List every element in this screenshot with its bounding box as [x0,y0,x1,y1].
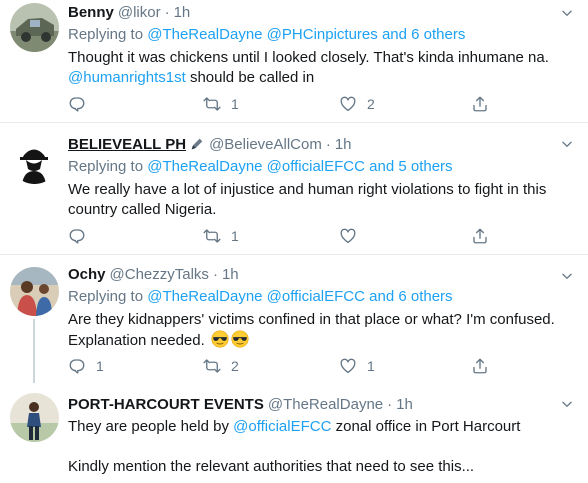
tweet-header: Benny @likor · 1h [68,2,580,22]
retweet-count: 1 [231,96,239,112]
avatar-believeall[interactable] [10,135,59,184]
tweet-header: Ochy @ChezzyTalks · 1h [68,264,580,284]
replying-to-others[interactable]: and 5 others [369,158,452,175]
timestamp[interactable]: 1h [174,4,191,21]
tweet-text-line: They are people held by @officialEFCC zo… [68,417,580,437]
display-name[interactable]: Benny [68,4,114,21]
share-button[interactable] [471,226,489,246]
avatar-image [10,135,59,184]
display-name[interactable]: BELIEVEALL PH [68,136,186,153]
reply-icon [68,227,86,245]
display-name[interactable]: PORT-HARCOURT EVENTS [68,396,264,413]
replying-to: Replying to @TheRealDayne @PHCinpictures… [68,25,580,45]
reply-icon [68,95,86,113]
avatar-image [10,3,59,52]
reply-count: 1 [96,358,104,374]
tweet-text-fragment: Explanation needed. [68,332,205,349]
like-button[interactable]: 1 [339,356,375,376]
reply-button[interactable] [68,94,86,114]
mention-link[interactable]: @officialEFCC [233,418,331,435]
retweet-button[interactable]: 1 [203,94,239,114]
share-icon [471,95,489,113]
tweet-text-fragment: They are people held by [68,418,234,435]
tweet-actions: 1 2 1 [68,356,528,376]
retweet-button[interactable]: 1 [203,226,239,246]
user-handle[interactable]: @ChezzyTalks [110,266,209,283]
avatar-image [10,393,59,442]
reply-button[interactable]: 1 [68,356,104,376]
tweet-text-line: Are they kidnappers' victims confined in… [68,311,555,328]
share-icon [471,227,489,245]
replying-to-users[interactable]: @TheRealDayne @officialEFCC [147,288,365,305]
retweet-icon [203,357,221,375]
tweet-header: BELIEVEALL PH @BelieveAllCom · 1h [68,134,580,154]
tweet-ochy[interactable]: Ochy @ChezzyTalks · 1h Replying to @TheR… [0,255,588,383]
thread-connector [33,319,35,383]
tweet-port-harcourt-events[interactable]: PORT-HARCOURT EVENTS @TheRealDayne · 1h … [0,383,588,483]
replying-to-label: Replying to [68,288,144,305]
pen-icon [191,138,203,150]
like-count: 2 [367,96,375,112]
share-icon [471,357,489,375]
separator-dot: · [325,135,331,153]
retweet-icon [203,227,221,245]
user-handle[interactable]: @likor [118,4,161,21]
tweet-header: PORT-HARCOURT EVENTS @TheRealDayne · 1h [68,394,580,414]
heart-icon [339,95,357,113]
tweet-actions: 1 [68,226,528,246]
replying-to: Replying to @TheRealDayne @officialEFCC … [68,157,580,177]
share-button[interactable] [471,356,489,376]
heart-icon [339,357,357,375]
tweet-text-line: Thought it was chickens until I looked c… [68,49,549,66]
user-handle[interactable]: @TheRealDayne [268,396,383,413]
replying-to-others[interactable]: and 6 others [382,26,465,43]
replying-to-others[interactable]: and 6 others [369,288,452,305]
user-handle[interactable]: @BelieveAllCom [209,136,322,153]
sunglasses-emoji [211,330,229,348]
share-button[interactable] [471,94,489,114]
tweet-believeall[interactable]: BELIEVEALL PH @BelieveAllCom · 1h Replyi… [0,123,588,254]
tweet-text-line: country called Nigeria. [68,201,217,218]
avatar-benny[interactable] [10,3,59,52]
mention-link[interactable]: @humanrights1st [68,69,186,86]
like-count: 1 [367,358,375,374]
display-name[interactable]: Ochy [68,266,106,283]
avatar-ochy[interactable] [10,267,59,316]
retweet-count: 2 [231,358,239,374]
tweet-text-fragment: should be called in [185,69,315,86]
tweet-benny[interactable]: Benny @likor · 1h Replying to @TheRealDa… [0,0,588,122]
sunglasses-emoji [231,330,249,348]
like-button[interactable]: 2 [339,94,375,114]
timestamp[interactable]: 1h [396,396,413,413]
separator-dot: · [387,395,393,413]
replying-to-users[interactable]: @TheRealDayne @PHCinpictures [147,26,378,43]
tweet-text-fragment: zonal office in Port Harcourt [331,418,521,435]
tweet-text-line: We really have a lot of injustice and hu… [68,181,547,198]
separator-dot: · [164,3,170,21]
replying-to-label: Replying to [68,26,144,43]
separator-dot: · [212,265,218,283]
avatar-image [10,267,59,316]
tweet-text-line: Kindly mention the relevant authorities … [68,458,475,475]
reply-icon [68,357,86,375]
like-button[interactable] [339,226,357,246]
heart-icon [339,227,357,245]
replying-to-label: Replying to [68,158,144,175]
avatar-port-harcourt-events[interactable] [10,393,59,442]
tweet-text-line: Explanation needed. [68,330,580,351]
replying-to: Replying to @TheRealDayne @officialEFCC … [68,287,580,307]
retweet-button[interactable]: 2 [203,356,239,376]
tweet-text-line: @humanrights1st should be called in [68,68,580,88]
timestamp[interactable]: 1h [222,266,239,283]
replying-to-users[interactable]: @TheRealDayne @officialEFCC [147,158,365,175]
tweet-actions: 1 2 [68,94,528,114]
retweet-icon [203,95,221,113]
retweet-count: 1 [231,228,239,244]
reply-button[interactable] [68,226,86,246]
timestamp[interactable]: 1h [335,136,352,153]
